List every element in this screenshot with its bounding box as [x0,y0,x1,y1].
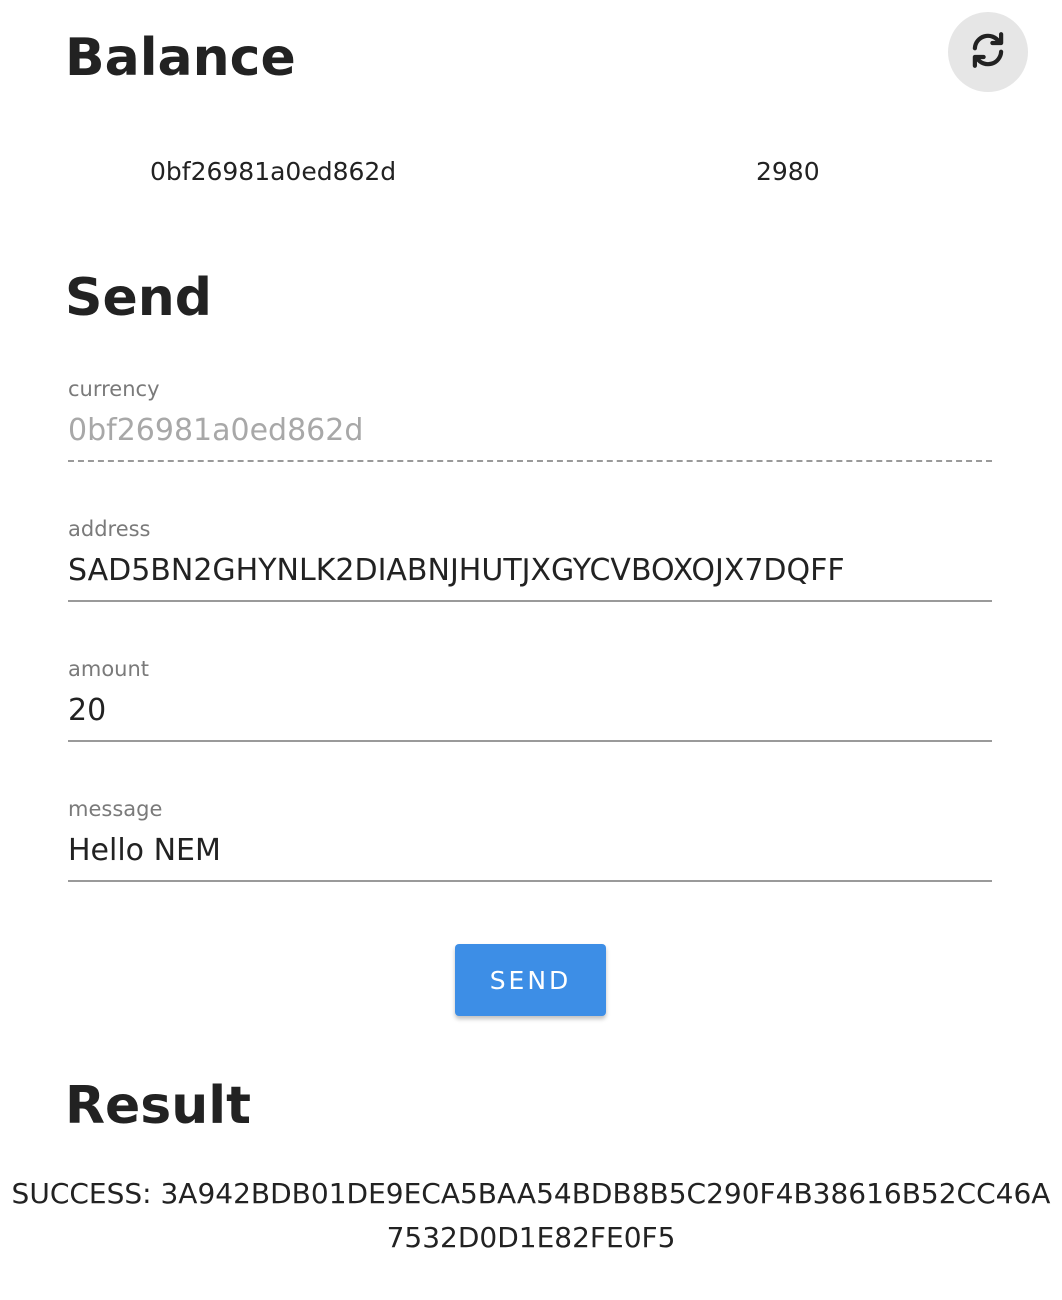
address-label: address [68,517,151,541]
balance-amount: 2980 [756,157,820,186]
address-field[interactable]: address [68,516,992,612]
currency-input [68,406,992,454]
balance-title: Balance [65,28,296,88]
balance-row: 0bf26981a0ed862d 2980 [0,152,1062,192]
amount-underline [68,740,992,742]
message-field[interactable]: message [68,796,992,892]
result-text: SUCCESS: 3A942BDB01DE9ECA5BAA54BDB8B5C29… [11,1177,1051,1254]
amount-input[interactable] [68,686,992,734]
address-input[interactable] [68,546,992,594]
balance-currency-id: 0bf26981a0ed862d [150,157,397,186]
refresh-button[interactable] [948,12,1028,92]
amount-field[interactable]: amount [68,656,992,752]
address-underline [68,600,992,602]
message-label: message [68,797,163,821]
refresh-icon [967,29,1009,75]
currency-underline [68,460,992,462]
message-input[interactable] [68,826,992,874]
currency-label: currency [68,377,160,401]
send-title: Send [65,268,212,328]
result-title: Result [65,1076,251,1136]
currency-field: currency [68,376,992,472]
send-button[interactable]: SEND [455,944,606,1016]
amount-label: amount [68,657,150,681]
message-underline [68,880,992,882]
